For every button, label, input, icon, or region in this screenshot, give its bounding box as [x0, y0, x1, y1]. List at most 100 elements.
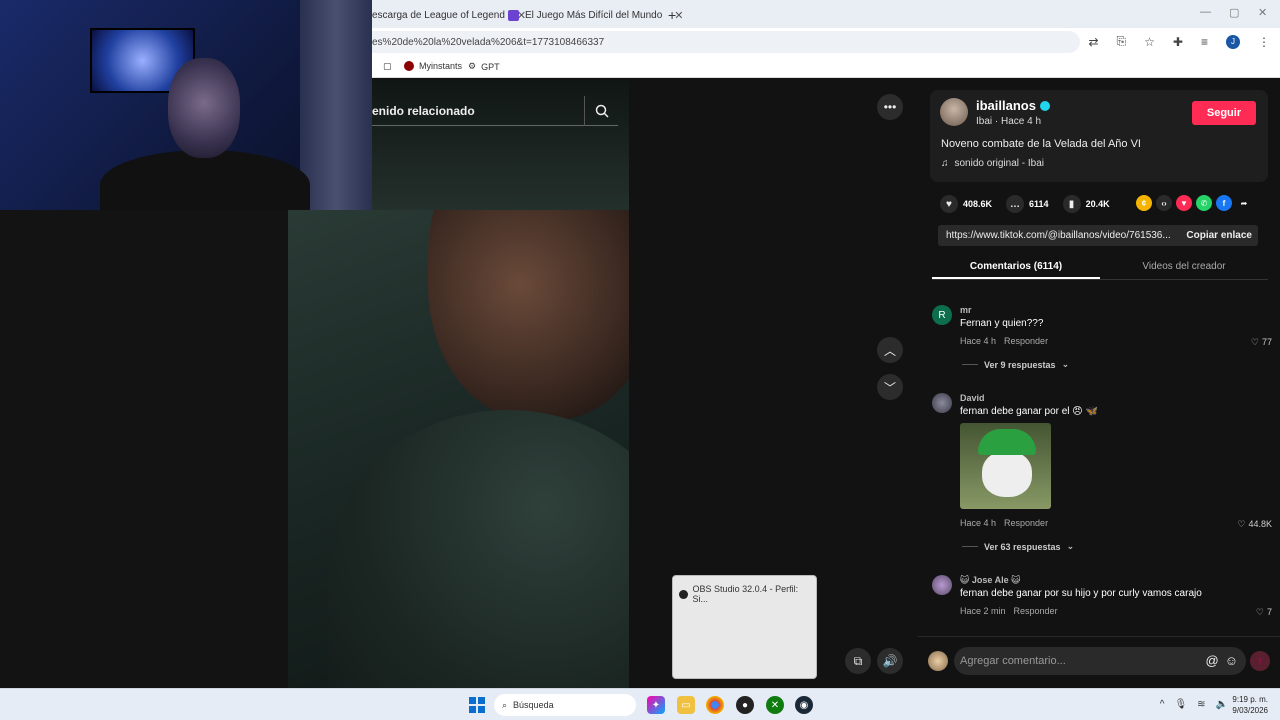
taskbar-clock[interactable]: 9:19 p. m. 9/03/2026: [1232, 694, 1268, 716]
more-options-icon[interactable]: •••: [877, 94, 903, 120]
coin-icon[interactable]: ¢: [1136, 195, 1152, 211]
obs-taskbar-preview[interactable]: OBS Studio 32.0.4 - Perfil: Si...: [672, 575, 817, 679]
comment-meta: Hace 4 h Responder: [960, 518, 1048, 528]
replies-divider: [962, 364, 978, 365]
chevron-down-icon[interactable]: ﹀: [877, 374, 903, 400]
comment-avatar[interactable]: R: [932, 305, 952, 325]
comment-username[interactable]: mr: [960, 305, 972, 315]
bookmark-myinstants[interactable]: Myinstants: [404, 61, 462, 71]
send-icon[interactable]: ▼: [1176, 195, 1192, 211]
reply-button[interactable]: Responder: [1004, 336, 1048, 346]
webcam-person-face: [168, 58, 240, 158]
menu-kebab-icon[interactable]: ⋮: [1258, 35, 1270, 49]
comment-meta: Hace 2 min Responder: [960, 606, 1058, 616]
share-arrow-icon[interactable]: ➦: [1236, 195, 1252, 211]
microphone-icon[interactable]: 🎙: [1174, 699, 1187, 710]
facebook-icon[interactable]: f: [1216, 195, 1232, 211]
webcam-curtain: [300, 0, 372, 210]
comment-like-button[interactable]: ♡ 7: [1256, 607, 1272, 618]
creator-avatar[interactable]: [940, 98, 968, 126]
windows-start-icon[interactable]: [469, 697, 485, 713]
chevron-up-icon[interactable]: ^: [1160, 699, 1165, 710]
comment-like-count: 77: [1261, 337, 1272, 347]
comment-input[interactable]: Agregar comentario... @ ☺: [954, 647, 1246, 675]
mention-icon[interactable]: @: [1206, 653, 1219, 668]
reply-button[interactable]: Responder: [1014, 606, 1058, 616]
emoji-icon[interactable]: ☺: [1225, 653, 1238, 668]
comment-time: Hace 4 h: [960, 336, 997, 346]
system-tray: ^ 🎙 ≋ 🔈: [1160, 699, 1228, 710]
search-icon: ⌕: [502, 699, 508, 710]
comment-text: fernan debe ganar por su hijo y por curl…: [960, 588, 1202, 599]
file-explorer-icon[interactable]: ▭: [677, 696, 695, 714]
extensions-icon[interactable]: ✚: [1173, 35, 1183, 49]
save-button[interactable]: ▮ 20.4K: [1062, 195, 1110, 213]
dog-face: [982, 451, 1032, 497]
sound-link[interactable]: ♫ sonido original - Ibai: [941, 158, 1044, 169]
browser-toolbar: ⇄ ⎘ ☆ ✚ ≡ J ⋮: [1088, 34, 1270, 49]
reply-button[interactable]: Responder: [1004, 518, 1048, 528]
bookmark-gpt[interactable]: ⚙ GPT: [468, 61, 500, 72]
tab-comments[interactable]: Comentarios (6114): [932, 256, 1100, 279]
bookmark-star-icon[interactable]: ☆: [1144, 35, 1155, 49]
video-frame[interactable]: [288, 210, 629, 688]
copy-link-button[interactable]: Copiar enlace: [1186, 225, 1252, 246]
bookmark-square-icon[interactable]: ▢: [383, 61, 392, 72]
comment-meta: Hace 4 h Responder: [960, 336, 1048, 346]
chrome-icon[interactable]: [706, 696, 724, 714]
miniplayer-icon[interactable]: ⧉: [845, 648, 871, 674]
install-icon[interactable]: ⎘: [1117, 34, 1127, 49]
send-comment-button[interactable]: ↑: [1250, 651, 1270, 671]
minimize-icon[interactable]: —: [1200, 6, 1211, 18]
comment-avatar[interactable]: [932, 575, 952, 595]
music-note-icon: ♫: [941, 158, 949, 169]
search-icon[interactable]: [584, 96, 618, 126]
steam-icon[interactable]: ◉: [795, 696, 813, 714]
comment-username[interactable]: 😺 Jose Ale 😺: [960, 575, 1020, 586]
related-search-bar[interactable]: enido relacionado: [360, 96, 618, 126]
engagement-stats: ♥ 408.6K … 6114 ▮ 20.4K: [940, 195, 1110, 213]
tab-creator-videos[interactable]: Videos del creador: [1100, 256, 1268, 279]
wifi-icon[interactable]: ≋: [1197, 699, 1205, 710]
creator-username-row[interactable]: ibaillanos: [976, 98, 1050, 113]
comment-avatar[interactable]: [932, 393, 952, 413]
profile-avatar[interactable]: J: [1226, 34, 1240, 49]
creator-card: ibaillanos Ibai · Hace 4 h Seguir Noveno…: [930, 90, 1268, 182]
user-avatar: [928, 651, 948, 671]
comment-like-button[interactable]: ♡ 77: [1251, 337, 1272, 348]
video-description: Noveno combate de la Velada del Año VI: [941, 138, 1141, 150]
comment-like-button[interactable]: ♡ 44.8K: [1237, 519, 1272, 530]
view-replies-button[interactable]: Ver 9 respuestas ⌄: [962, 359, 1069, 370]
new-tab-button[interactable]: +: [660, 4, 684, 26]
comment-username[interactable]: David: [960, 393, 985, 403]
embed-icon[interactable]: ‹›: [1156, 195, 1172, 211]
restore-icon[interactable]: ▢: [1229, 6, 1239, 19]
view-replies-button[interactable]: Ver 63 respuestas ⌄: [962, 541, 1074, 552]
url-field[interactable]: es%20de%20la%20velada%206&t=177310846633…: [360, 31, 1080, 53]
comment-like-count: 7: [1266, 607, 1272, 617]
translate-icon[interactable]: ⇄: [1088, 35, 1098, 49]
close-window-icon[interactable]: ✕: [1258, 6, 1267, 19]
chevron-up-icon[interactable]: ︿: [877, 337, 903, 363]
whatsapp-icon[interactable]: ✆: [1196, 195, 1212, 211]
taskbar-search[interactable]: ⌕ Búsqueda: [494, 694, 636, 716]
copilot-icon[interactable]: ✦: [647, 696, 665, 714]
comment-image[interactable]: [960, 423, 1051, 509]
obs-taskbar-icon[interactable]: ●: [736, 696, 754, 714]
follow-button[interactable]: Seguir: [1192, 101, 1256, 125]
save-count: 20.4K: [1085, 199, 1110, 209]
windows-taskbar: ⌕ Búsqueda ✦ ▭ ● ✕ ◉ ^ 🎙 ≋ 🔈 9:19 p. m. …: [0, 688, 1280, 720]
like-button[interactable]: ♥ 408.6K: [940, 195, 992, 213]
video-link-box[interactable]: https://www.tiktok.com/@ibaillanos/video…: [938, 225, 1258, 246]
volume-icon[interactable]: 🔊: [877, 648, 903, 674]
related-search-text: enido relacionado: [372, 103, 475, 118]
speaker-icon[interactable]: 🔈: [1216, 699, 1228, 710]
comment-bubble-icon: …: [1006, 195, 1025, 213]
comment-button[interactable]: … 6114: [1006, 195, 1049, 213]
comment-item: 😺 Jose Ale 😺 fernan debe ganar por su hi…: [932, 575, 1272, 621]
details-panel: ibaillanos Ibai · Hace 4 h Seguir Noveno…: [918, 80, 1280, 688]
taskbar-search-label: Búsqueda: [513, 700, 554, 710]
media-controls-icon[interactable]: ≡: [1201, 35, 1208, 49]
like-count: 408.6K: [963, 199, 993, 209]
xbox-icon[interactable]: ✕: [766, 696, 784, 714]
